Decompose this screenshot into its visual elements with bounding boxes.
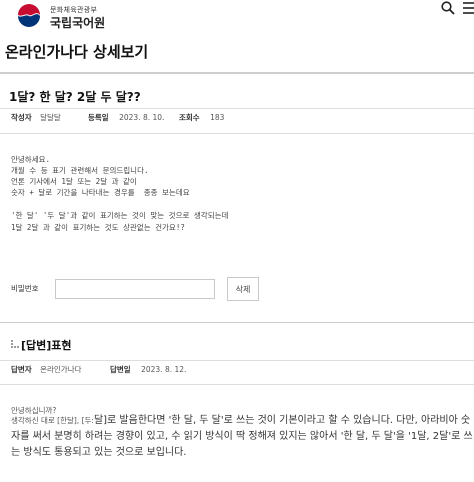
answer-author-label: 답변자	[11, 365, 32, 374]
question-body-line: '한 달' '두 달'과 같이 표기하는 것이 맞는 것으로 생각되는데	[11, 211, 229, 220]
answer-section-divider	[0, 322, 474, 323]
answer-date: 답변일 2023. 8. 12.	[110, 364, 186, 375]
site-header: 문화체육관광부 국립국어원	[0, 0, 474, 34]
answer-title-divider	[0, 360, 474, 361]
answer-body: 생각하신 대로 [한달], [두:달]로 발음한다면 '한 달, 두 달'로 쓰…	[11, 413, 473, 461]
password-input[interactable]	[55, 279, 215, 299]
question-body-line: 언론 기사에서 1달 또는 2달 과 같이	[11, 177, 137, 186]
question-body-line: 숫자 + 달로 기간을 나타내는 경우를 종종 보는데요	[11, 188, 190, 197]
question-meta-divider	[0, 133, 474, 134]
question-title-divider	[0, 108, 474, 109]
answer-author-value: 온라인가나다	[40, 365, 82, 374]
title-divider	[0, 72, 474, 74]
institute-name[interactable]: 국립국어원	[50, 14, 105, 31]
date-label: 등록일	[88, 113, 109, 122]
government-emblem-icon[interactable]	[16, 3, 42, 29]
password-label: 비밀번호	[11, 284, 39, 293]
question-body-line: 개월 수 등 표기 관련해서 문의드립니다.	[11, 166, 149, 175]
views-value: 183	[210, 113, 225, 122]
question-title: 1달? 한 달? 2달 두 달??	[9, 90, 141, 104]
date-value: 2023. 8. 10.	[119, 113, 165, 122]
question-views: 조회수 183	[179, 112, 224, 123]
answer-date-value: 2023. 8. 12.	[141, 365, 187, 374]
page-title: 온라인가나다 상세보기	[5, 43, 149, 61]
menu-icon[interactable]	[463, 1, 474, 15]
question-body-line: 안녕하세요.	[11, 155, 51, 164]
views-label: 조회수	[179, 113, 200, 122]
answer-title: [답변]표현	[21, 339, 72, 352]
author-label: 작성자	[11, 113, 32, 122]
author-value: 달달달	[40, 113, 61, 122]
delete-button[interactable]: 삭제	[227, 277, 259, 301]
question-body-line: 1달 2달 과 같이 표기하는 것도 상관없는 건가요!?	[11, 223, 185, 232]
answer-lead: 생각하신 대로 [한달], [두:	[11, 416, 94, 425]
answer-bullet-icon	[11, 340, 19, 348]
question-author: 작성자 달달달	[11, 112, 61, 123]
answer-date-label: 답변일	[110, 365, 131, 374]
answer-author: 답변자 온라인가나다	[11, 364, 82, 375]
answer-meta-divider	[0, 384, 474, 385]
search-icon[interactable]	[441, 1, 455, 15]
question-date: 등록일 2023. 8. 10.	[88, 112, 164, 123]
